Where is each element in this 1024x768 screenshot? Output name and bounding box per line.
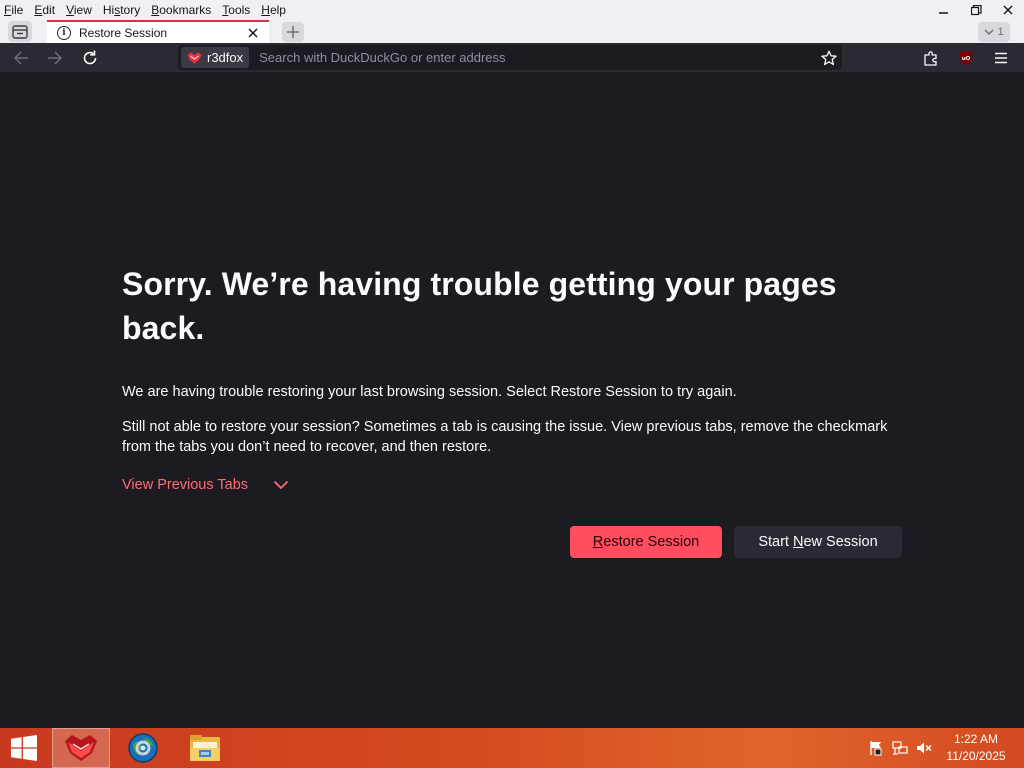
view-previous-tabs-toggle[interactable]: View Previous Tabs — [122, 477, 302, 493]
puzzle-piece-icon — [924, 50, 937, 66]
chevron-down-icon — [984, 29, 994, 35]
page-title: Sorry. We’re having trouble getting your… — [122, 266, 837, 346]
plus-icon — [287, 26, 299, 38]
reload-button[interactable] — [77, 45, 103, 70]
restore-button[interactable] — [960, 0, 992, 20]
restore-session-button[interactable]: Restore Session — [570, 526, 722, 558]
url-bar: r3dfox — [178, 45, 842, 70]
close-icon — [248, 28, 258, 37]
taskbar-app-file-explorer[interactable] — [176, 728, 234, 768]
clock-time: 1:22 AM — [953, 732, 999, 746]
start-new-session-button[interactable]: Start New Session — [734, 526, 902, 558]
tab-close-button[interactable] — [243, 23, 263, 43]
ublock-shield-icon: uO — [959, 50, 973, 65]
url-input[interactable] — [259, 50, 816, 65]
menu-history[interactable]: History — [103, 0, 140, 20]
chevron-down-icon — [273, 480, 289, 490]
r3dfox-logo-icon — [187, 52, 202, 63]
restore-icon — [970, 4, 982, 15]
menu-tools[interactable]: Tools — [222, 0, 250, 20]
network-tray-button[interactable] — [888, 728, 912, 768]
taskbar-clock[interactable]: 1:22 AM 11/20/2025 — [936, 731, 1016, 765]
menu-edit[interactable]: Edit — [34, 0, 55, 20]
hamburger-menu-icon — [995, 52, 1007, 63]
system-tray: 1:22 AM 11/20/2025 — [864, 728, 1024, 768]
app-menu-button[interactable] — [988, 45, 1014, 70]
menu-bookmarks[interactable]: Bookmarks — [151, 0, 211, 20]
firefox-view-button[interactable] — [8, 21, 32, 42]
close-window-button[interactable] — [992, 0, 1024, 20]
menu-file[interactable]: File — [4, 0, 23, 20]
forward-arrow-icon — [48, 50, 63, 65]
back-button[interactable] — [8, 45, 34, 70]
network-icon — [892, 741, 908, 755]
volume-tray-button[interactable] — [912, 728, 936, 768]
session-button-row: Restore Session Start New Session — [570, 526, 902, 558]
page-content: Sorry. We’re having trouble getting your… — [0, 72, 1024, 728]
identity-box[interactable]: r3dfox — [181, 47, 250, 68]
taskbar: 1:22 AM 11/20/2025 — [0, 728, 1024, 768]
view-previous-tabs-label: View Previous Tabs — [122, 477, 249, 493]
svg-text:uO: uO — [962, 56, 971, 62]
description-view-tabs: Still not able to restore your session? … — [122, 419, 888, 455]
flag-icon — [870, 741, 882, 756]
bookmark-star-button[interactable] — [816, 47, 842, 69]
browser-top-chrome: File Edit View History Bookmarks Tools H… — [0, 0, 1024, 43]
session-restore-container: Sorry. We’re having trouble getting your… — [122, 262, 902, 558]
list-all-tabs-button[interactable]: 1 — [978, 22, 1010, 42]
volume-muted-icon — [917, 742, 932, 754]
windows-logo-icon — [11, 735, 37, 761]
minimize-button[interactable] — [928, 0, 960, 20]
reload-icon — [83, 50, 97, 64]
minimize-icon — [939, 12, 948, 14]
info-icon: i — [57, 25, 71, 40]
taskbar-app-browser[interactable] — [114, 728, 172, 768]
action-center-tray-button[interactable] — [864, 728, 888, 768]
tab-count: 1 — [997, 26, 1004, 38]
tab-title: Restore Session — [79, 25, 168, 40]
show-desktop-button[interactable] — [1016, 728, 1024, 768]
start-button[interactable] — [0, 728, 48, 768]
window-controls — [928, 0, 1024, 20]
extensions-button[interactable] — [918, 45, 944, 70]
back-arrow-icon — [13, 50, 28, 65]
tab-restore-session[interactable]: i Restore Session — [47, 20, 269, 43]
clock-date: 11/20/2025 — [946, 749, 1006, 763]
menu-help[interactable]: Help — [261, 0, 286, 20]
menu-view[interactable]: View — [66, 0, 92, 20]
menu-bar: File Edit View History Bookmarks Tools H… — [0, 0, 297, 20]
file-explorer-icon — [190, 735, 220, 761]
navigation-toolbar: r3dfox uO — [0, 43, 1024, 72]
firefox-view-icon — [12, 24, 28, 39]
description-restore: We are having trouble restoring your las… — [122, 384, 737, 400]
r3dfox-app-icon — [65, 735, 97, 761]
taskbar-app-r3dfox[interactable] — [52, 728, 110, 768]
forward-button[interactable] — [42, 45, 68, 70]
browser-globe-icon — [128, 733, 158, 763]
identity-label: r3dfox — [207, 50, 244, 65]
ublock-origin-button[interactable]: uO — [953, 45, 979, 70]
star-icon — [821, 50, 837, 65]
new-tab-button[interactable] — [282, 22, 304, 42]
close-icon — [1003, 5, 1013, 15]
tab-strip: i Restore Session 1 — [0, 20, 1024, 43]
